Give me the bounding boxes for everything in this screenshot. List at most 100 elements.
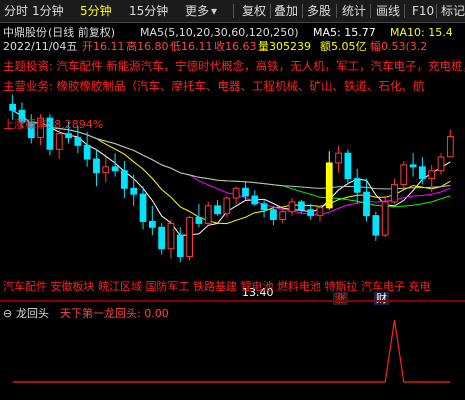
candle-body	[55, 133, 63, 150]
indicator-chart[interactable]	[0, 302, 465, 400]
candle-body	[232, 187, 240, 199]
candle[interactable]	[335, 145, 342, 173]
candle[interactable]	[419, 157, 426, 185]
candle[interactable]	[232, 186, 240, 204]
candle-body	[102, 166, 110, 174]
candle-body	[148, 220, 156, 228]
candle[interactable]	[83, 131, 91, 167]
candle[interactable]	[148, 205, 156, 236]
tab-fuquan[interactable]: 复权	[242, 3, 266, 19]
candle-body	[195, 217, 203, 224]
theme-line: 主题投资: 汽车配件 新能源汽车，宁德时代概念，高铁，无人机，军工，汽车电子，充…	[3, 59, 465, 73]
tab-diejia[interactable]: 叠加	[274, 3, 298, 19]
candle-body	[204, 205, 212, 224]
candle[interactable]	[139, 186, 147, 230]
candle-body	[437, 156, 445, 172]
candle[interactable]	[214, 200, 221, 216]
candle-body	[9, 103, 17, 111]
candle[interactable]	[446, 129, 454, 158]
candle[interactable]	[167, 219, 175, 259]
candle[interactable]	[93, 149, 100, 187]
candle[interactable]	[409, 153, 417, 177]
tab-biaoji[interactable]: 标记	[441, 3, 465, 19]
candle[interactable]	[297, 200, 305, 214]
candle-body	[65, 133, 72, 139]
candle[interactable]	[55, 129, 63, 160]
toolbar-divider	[336, 4, 337, 18]
candle-body	[167, 222, 175, 250]
candle-body	[83, 144, 91, 160]
period-toolbar: 分时 1分钟 5分钟 15分钟 更多 ▾ 复权 叠加 多股 统计 画线 F10 …	[0, 0, 465, 23]
tab-fenshi[interactable]: 分时	[4, 3, 28, 19]
candle-body	[223, 197, 231, 215]
tab-f10[interactable]: F10	[412, 3, 434, 19]
candle-body	[372, 215, 380, 236]
candle[interactable]	[186, 215, 193, 261]
toolbar-divider	[436, 4, 437, 18]
candle-body	[307, 209, 315, 217]
candle-body	[130, 187, 138, 195]
indicator-line	[12, 319, 451, 383]
candle[interactable]	[344, 149, 352, 185]
candle-body	[93, 158, 100, 174]
toolbar-divider	[270, 4, 271, 18]
candle[interactable]	[251, 190, 259, 206]
candle[interactable]	[391, 178, 398, 204]
candle-body	[270, 209, 277, 220]
candle[interactable]	[400, 161, 408, 189]
candle-body	[381, 201, 389, 236]
tab-more[interactable]: 更多	[185, 3, 209, 19]
candle[interactable]	[437, 153, 445, 175]
candle[interactable]	[307, 203, 315, 220]
candle-body	[325, 162, 333, 209]
candle-body	[400, 164, 408, 185]
candle[interactable]	[363, 178, 370, 222]
candle[interactable]	[353, 168, 361, 204]
candle-body	[391, 183, 398, 203]
concept-row: 汽车配件 安徽板块 皖江区域 国防军工 铁路基建 锂电池 燃料电池 特斯拉 汽车…	[3, 280, 431, 293]
candle-body	[242, 187, 249, 197]
candle-body	[335, 152, 342, 164]
toolbar-divider	[370, 4, 371, 18]
candle[interactable]	[9, 94, 17, 121]
tab-huaxian[interactable]: 画线	[376, 3, 400, 19]
candle[interactable]	[130, 174, 138, 206]
candle-body	[214, 205, 221, 215]
candle-body	[111, 166, 119, 172]
candle[interactable]	[325, 151, 333, 210]
candle-body	[279, 211, 287, 220]
candle[interactable]	[260, 200, 268, 218]
candle-body	[363, 191, 370, 217]
candle-body	[158, 226, 166, 250]
candle-body	[74, 137, 82, 146]
candle-body	[186, 217, 193, 258]
candle-body	[260, 203, 268, 211]
candle[interactable]	[204, 201, 212, 226]
candle-body	[446, 135, 454, 158]
candle-body	[353, 178, 361, 193]
candle-body	[176, 234, 184, 258]
candle-body	[288, 201, 296, 213]
candle-body	[409, 164, 417, 168]
candle[interactable]	[121, 161, 128, 199]
tab-tongji[interactable]: 统计	[342, 3, 366, 19]
tab-1min[interactable]: 1分钟	[32, 3, 64, 19]
candle-body	[419, 166, 426, 180]
candle[interactable]	[372, 211, 380, 241]
candle-body	[428, 170, 436, 180]
chevron-down-icon[interactable]: ▾	[211, 3, 217, 19]
candle-body	[344, 152, 352, 180]
candle-body	[251, 195, 259, 205]
candle[interactable]	[102, 157, 110, 183]
tab-5min[interactable]: 5分钟	[80, 3, 112, 19]
business-line: 主营业务: 橡胶橡胶制品（汽车、摩托车、电器、工程机械、矿山、铁道、石化、航	[3, 79, 425, 93]
candle[interactable]	[288, 198, 296, 216]
candle-body	[121, 170, 128, 189]
candle-body	[316, 207, 324, 217]
tab-duogu[interactable]: 多股	[307, 3, 331, 19]
candle[interactable]	[381, 196, 389, 238]
tab-15min[interactable]: 15分钟	[129, 3, 168, 19]
candle-body	[297, 201, 305, 211]
candle[interactable]	[316, 205, 324, 222]
candle[interactable]	[158, 223, 166, 255]
